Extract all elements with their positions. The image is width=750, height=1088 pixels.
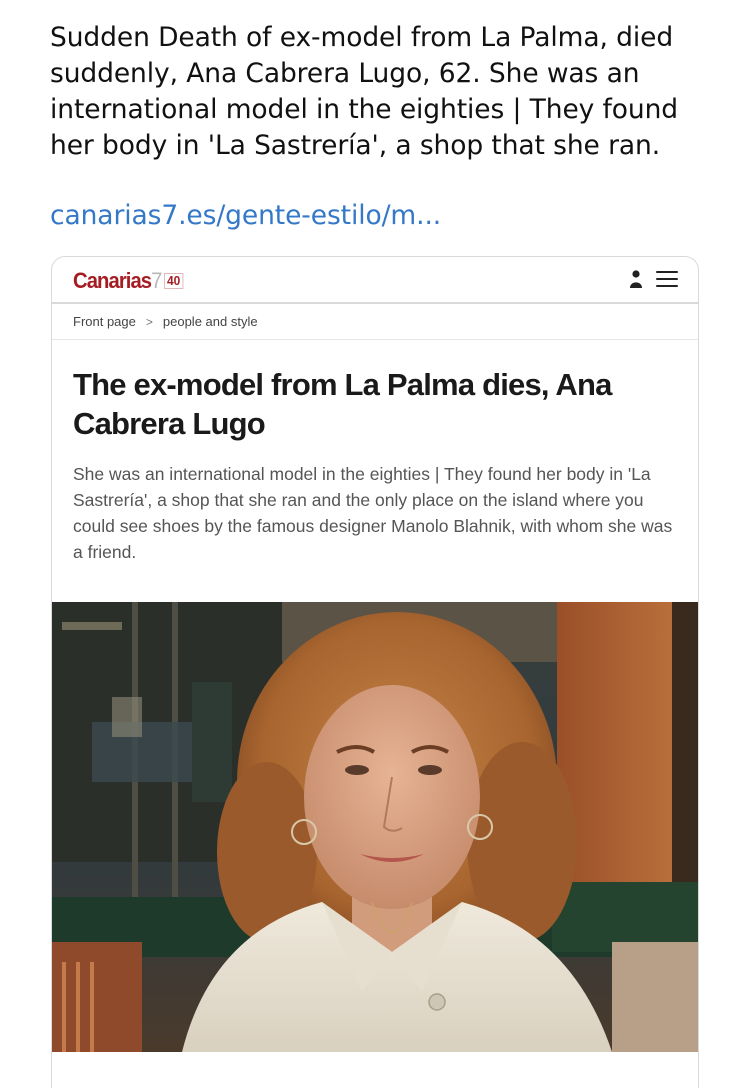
logo-name: Canarias — [73, 268, 152, 293]
site-logo[interactable]: Canarias7 40 — [73, 268, 184, 294]
portrait-photo — [52, 602, 698, 1052]
breadcrumb-item-people-and-style[interactable]: people and style — [163, 314, 258, 330]
divider — [52, 339, 698, 340]
article-photo[interactable] — [52, 602, 698, 1052]
article-subhead: She was an international model in the ei… — [73, 464, 673, 562]
post-link[interactable]: canarias7.es/gente-estilo/m... — [50, 198, 690, 234]
menu-icon[interactable] — [656, 269, 678, 289]
breadcrumb: Front page > people and style — [73, 306, 258, 338]
link-preview-card[interactable]: Canarias7 40 Front page > people and styl… — [51, 256, 699, 1088]
user-icon[interactable] — [629, 269, 643, 289]
logo-seven: 7 — [151, 268, 162, 293]
logo-badge: 40 — [164, 273, 184, 289]
article-headline[interactable]: The ex-model from La Palma dies, Ana Cab… — [73, 365, 673, 443]
post-text: Sudden Death of ex-model from La Palma, … — [50, 22, 679, 161]
site-header: Canarias7 40 — [52, 257, 698, 304]
breadcrumb-item-front-page[interactable]: Front page — [73, 314, 136, 330]
breadcrumb-separator: > — [145, 315, 153, 329]
